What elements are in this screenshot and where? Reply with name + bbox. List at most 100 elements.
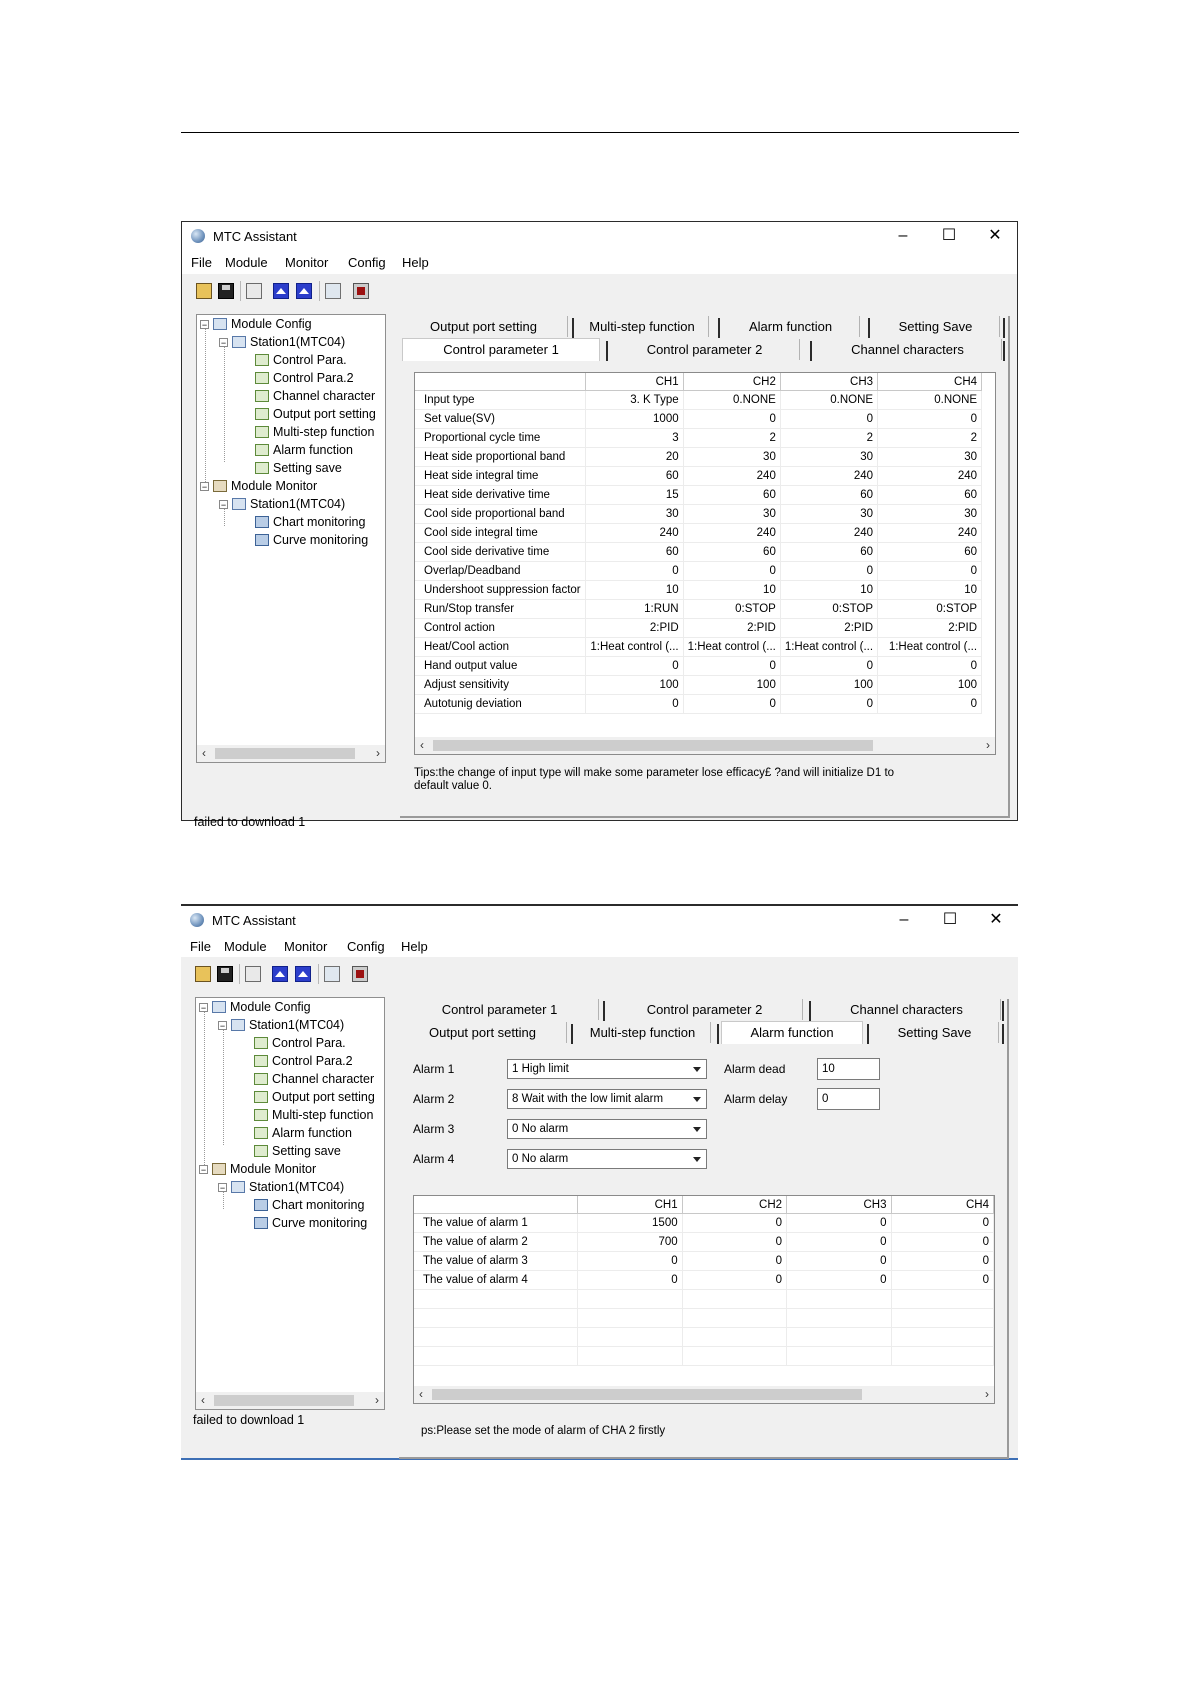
cell-ch3[interactable] <box>786 1308 892 1328</box>
tree-setting-save[interactable]: Setting save <box>255 461 342 475</box>
cell-ch2[interactable]: 100 <box>683 675 781 695</box>
cell-ch4[interactable]: 240 <box>877 466 983 486</box>
column-header-parameter[interactable] <box>414 1196 579 1214</box>
cell-ch4[interactable] <box>891 1308 994 1328</box>
alarm4-select[interactable]: 0 No alarm <box>507 1149 707 1169</box>
parameter-row[interactable]: Heat side derivative time 15 60 60 60 <box>415 485 983 505</box>
alarm3-select[interactable]: 0 No alarm <box>507 1119 707 1139</box>
stop-icon[interactable] <box>352 966 368 982</box>
cell-ch2[interactable]: 0:STOP <box>683 599 781 619</box>
scroll-right-icon[interactable]: › <box>981 738 995 752</box>
tree-curve-monitoring[interactable]: Curve monitoring <box>254 1216 367 1230</box>
cell-ch4[interactable]: 0 <box>877 656 983 676</box>
column-header-ch1[interactable]: CH1 <box>585 373 684 391</box>
monitor-icon[interactable] <box>324 966 340 982</box>
open-folder-icon[interactable] <box>195 966 211 982</box>
cell-ch3[interactable]: 0 <box>780 694 879 714</box>
alarm-value-row[interactable]: The value of alarm 2 700 0 0 0 <box>414 1232 994 1252</box>
tree-alarm-function[interactable]: Alarm function <box>254 1126 352 1140</box>
tab-alarm-function[interactable]: Alarm function <box>722 316 860 337</box>
scroll-right-icon[interactable]: › <box>370 1393 384 1407</box>
cell-ch4[interactable] <box>891 1327 994 1347</box>
tree-curve-monitoring[interactable]: Curve monitoring <box>255 533 368 547</box>
parameter-row[interactable]: Control action 2:PID 2:PID 2:PID 2:PID <box>415 618 983 638</box>
collapse-icon[interactable]: − <box>199 1165 208 1175</box>
cell-ch3[interactable]: 0 <box>786 1270 892 1290</box>
column-header-ch1[interactable]: CH1 <box>577 1196 683 1214</box>
maximize-button[interactable]: ☐ <box>928 908 972 932</box>
collapse-icon[interactable]: − <box>218 1021 227 1031</box>
cell-ch1[interactable]: 0 <box>585 656 684 676</box>
collapse-icon[interactable]: − <box>199 1003 208 1013</box>
tab-control-parameter-2[interactable]: Control parameter 2 <box>610 339 800 360</box>
cell-ch2[interactable]: 30 <box>683 447 781 467</box>
cell-ch3[interactable]: 60 <box>780 542 879 562</box>
cell-ch1[interactable]: 100 <box>585 675 684 695</box>
cell-ch2[interactable] <box>682 1327 788 1347</box>
cell-ch1[interactable]: 15 <box>585 485 684 505</box>
upload-icon[interactable] <box>272 966 288 982</box>
cell-ch1[interactable] <box>577 1308 683 1328</box>
column-header-ch2[interactable]: CH2 <box>683 373 781 391</box>
cell-ch4[interactable]: 0 <box>891 1213 994 1233</box>
menu-file[interactable]: File <box>191 255 212 270</box>
cell-ch4[interactable]: 1:Heat control (... <box>877 637 983 657</box>
cell-ch4[interactable]: 0 <box>891 1270 994 1290</box>
parameter-row[interactable]: Proportional cycle time 3 2 2 2 <box>415 428 983 448</box>
cell-ch2[interactable]: 2:PID <box>683 618 781 638</box>
column-header-ch3[interactable]: CH3 <box>780 373 879 391</box>
cell-ch2[interactable] <box>682 1346 788 1366</box>
tree-setting-save[interactable]: Setting save <box>254 1144 341 1158</box>
tree-station1-monitor[interactable]: − Station1(MTC04) <box>218 1180 344 1194</box>
alarm1-select[interactable]: 1 High limit <box>507 1059 707 1079</box>
chevron-down-icon[interactable] <box>689 1061 705 1077</box>
cell-ch4[interactable]: 0 <box>877 561 983 581</box>
tab-control-parameter-2[interactable]: Control parameter 2 <box>607 999 803 1020</box>
scroll-thumb[interactable] <box>432 1389 862 1400</box>
cell-ch4[interactable]: 100 <box>877 675 983 695</box>
document-icon[interactable] <box>245 966 261 982</box>
tab-control-parameter-1[interactable]: Control parameter 1 <box>402 338 600 361</box>
cell-ch1[interactable]: 0 <box>585 561 684 581</box>
cell-ch2[interactable]: 0 <box>682 1251 788 1271</box>
alarm-value-row[interactable] <box>414 1308 994 1328</box>
cell-ch1[interactable] <box>577 1289 683 1309</box>
tree-channel-character[interactable]: Channel character <box>255 389 375 403</box>
parameter-row[interactable]: Undershoot suppression factor 10 10 10 10 <box>415 580 983 600</box>
grid-horizontal-scrollbar[interactable]: ‹ › <box>415 737 995 754</box>
column-header-ch2[interactable]: CH2 <box>682 1196 788 1214</box>
tree-station1-monitor[interactable]: − Station1(MTC04) <box>219 497 345 511</box>
cell-ch3[interactable]: 0.NONE <box>780 390 879 410</box>
cell-ch4[interactable]: 10 <box>877 580 983 600</box>
tab-channel-characters[interactable]: Channel characters <box>814 339 1002 360</box>
cell-ch2[interactable]: 0 <box>683 694 781 714</box>
cell-ch3[interactable]: 0:STOP <box>780 599 879 619</box>
menu-module[interactable]: Module <box>225 255 268 270</box>
minimize-button[interactable]: – <box>882 908 926 932</box>
tree-horizontal-scrollbar[interactable]: ‹ › <box>197 745 385 762</box>
cell-ch2[interactable]: 0 <box>682 1270 788 1290</box>
cell-ch4[interactable]: 0:STOP <box>877 599 983 619</box>
cell-ch2[interactable]: 60 <box>683 485 781 505</box>
scroll-thumb[interactable] <box>214 1395 354 1406</box>
save-icon[interactable] <box>218 283 234 299</box>
cell-ch2[interactable]: 2 <box>683 428 781 448</box>
alarm-value-row[interactable]: The value of alarm 1 1500 0 0 0 <box>414 1213 994 1233</box>
tab-setting-save[interactable]: Setting Save <box>872 316 1000 337</box>
cell-ch3[interactable]: 240 <box>780 523 879 543</box>
cell-ch1[interactable]: 1000 <box>585 409 684 429</box>
cell-ch4[interactable]: 2:PID <box>877 618 983 638</box>
cell-ch2[interactable]: 60 <box>683 542 781 562</box>
cell-ch4[interactable]: 0 <box>891 1232 994 1252</box>
close-button[interactable]: ✕ <box>974 908 1018 932</box>
tree-output-port-setting[interactable]: Output port setting <box>254 1090 375 1104</box>
cell-ch3[interactable]: 10 <box>780 580 879 600</box>
collapse-icon[interactable]: − <box>200 320 209 330</box>
cell-ch2[interactable]: 10 <box>683 580 781 600</box>
alarm-value-row[interactable] <box>414 1289 994 1309</box>
menu-file[interactable]: File <box>190 939 211 954</box>
parameter-row[interactable]: Cool side integral time 240 240 240 240 <box>415 523 983 543</box>
cell-ch3[interactable]: 30 <box>780 504 879 524</box>
tree-station1[interactable]: − Station1(MTC04) <box>218 1018 344 1032</box>
tree-control-para2[interactable]: Control Para.2 <box>255 371 354 385</box>
